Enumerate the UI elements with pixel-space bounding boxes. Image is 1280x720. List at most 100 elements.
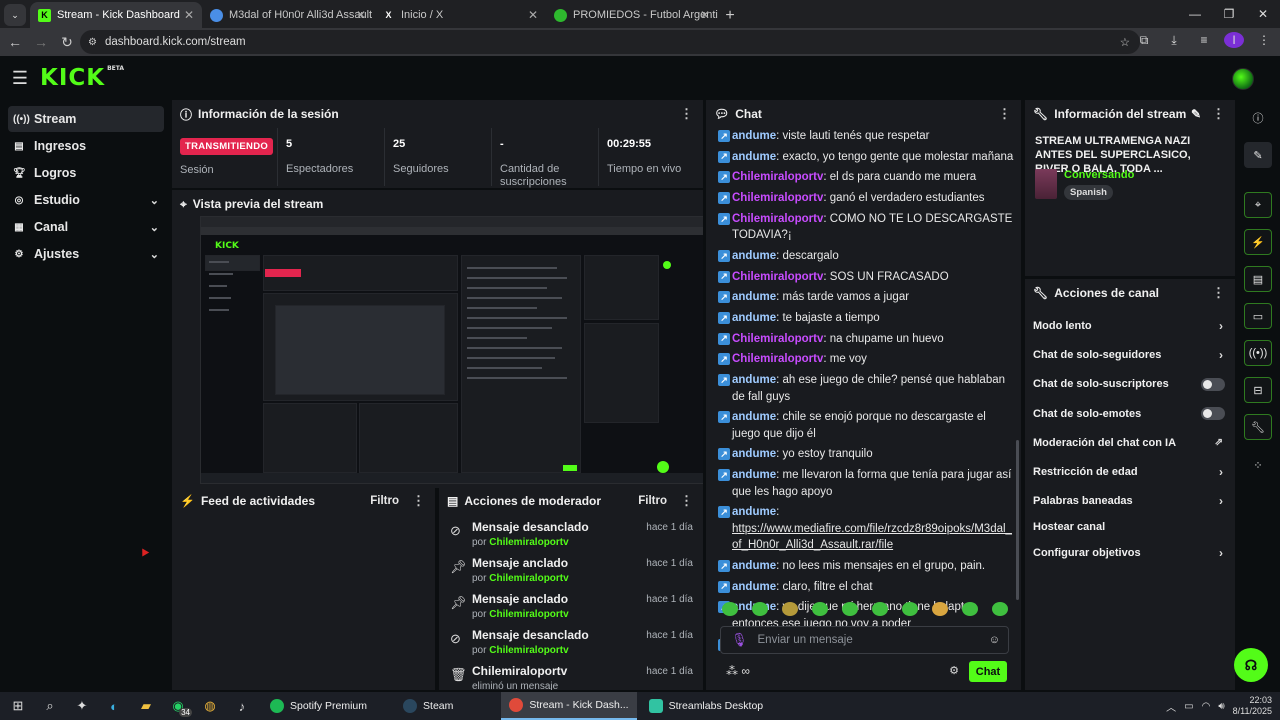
chrome-icon[interactable]: ◍ — [194, 692, 226, 720]
chat-scrollbar[interactable] — [1016, 440, 1019, 600]
filter-button[interactable]: Filtro — [638, 495, 667, 507]
action-ai-moderation[interactable]: Moderación del chat con IA ⇗ — [1025, 428, 1235, 457]
microphone-icon[interactable]: 🎙︎ — [731, 632, 748, 648]
action-configure-goals[interactable]: Configurar objetivos › — [1025, 538, 1235, 567]
wifi-icon[interactable]: ◠ — [1202, 701, 1211, 712]
emote-icon[interactable] — [992, 602, 1008, 616]
chat-message[interactable]: ↗ Chilemiraloportv: na chupame un huevo — [718, 331, 1016, 348]
emoji-icon[interactable]: ☺ — [989, 634, 1000, 646]
chat-message[interactable]: ↗ andume: más tarde vamos a jugar — [718, 289, 1016, 306]
action-host-channel[interactable]: Hostear canal — [1025, 516, 1235, 538]
action-slow-mode[interactable]: Modo lento › — [1025, 311, 1235, 340]
chat-message[interactable]: ↗ andume: https://www.mediafire.com/file/… — [718, 504, 1016, 554]
chat-username[interactable]: andume — [732, 411, 776, 423]
chat-message-input[interactable] — [757, 634, 978, 646]
stream-preview-video[interactable]: KICK — [200, 216, 703, 484]
windows-start-icon[interactable]: ⊞ — [2, 692, 34, 720]
browser-tab[interactable]: PROMIEDOS - Futbol Argentino ✕ — [546, 2, 718, 28]
document-tool-icon[interactable]: ▤ — [1244, 266, 1272, 292]
tiktok-icon[interactable]: ♪ — [226, 692, 258, 720]
emote-icon[interactable] — [962, 602, 978, 616]
edit-pencil-icon[interactable]: ✎ — [1191, 107, 1201, 121]
network-icon[interactable]: ▭ — [1184, 701, 1193, 712]
chat-settings-gear-icon[interactable]: ⚙ — [949, 664, 959, 677]
chat-message[interactable]: ↗ andume: claro, filtre el chat — [718, 579, 1016, 596]
chat-username[interactable]: andume — [732, 469, 776, 481]
maximize-icon[interactable]: ❐ — [1212, 0, 1246, 28]
emote-icon[interactable] — [872, 602, 888, 616]
chat-message[interactable]: ↗ andume: yo estoy tranquilo — [718, 446, 1016, 463]
broadcast-tool-icon[interactable]: ((•)) — [1244, 340, 1272, 366]
wrench-tool-icon[interactable]: 🔧︎ — [1244, 414, 1272, 440]
edge-icon[interactable]: ◐ — [98, 692, 130, 720]
sidebar-item-logros[interactable]: 🏆︎ Logros — [8, 160, 164, 186]
chat-link[interactable]: https://www.mediafire.com/file/rzcdz8r89… — [732, 523, 1012, 552]
edit-tool-icon[interactable]: ✎ — [1244, 142, 1272, 168]
bookmark-star-icon[interactable]: ☆ — [1120, 35, 1130, 49]
subscribers-only-toggle[interactable] — [1201, 377, 1225, 391]
close-tab-icon[interactable]: ✕ — [528, 8, 538, 22]
taskbar-app-steam[interactable]: Steam — [395, 692, 461, 720]
camera-tool-icon[interactable]: ⌖ — [1244, 192, 1272, 218]
chat-username[interactable]: andume — [732, 130, 776, 142]
clock[interactable]: 22:03 8/11/2025 — [1233, 695, 1272, 717]
more-options-icon[interactable]: ⋮ — [1212, 285, 1225, 301]
copilot-icon[interactable]: ✦ — [66, 692, 98, 720]
emote-icon[interactable] — [902, 602, 918, 616]
chat-username[interactable]: Chilemiraloportv — [732, 353, 823, 365]
chat-message[interactable]: ↗ andume: chile se enojó porque no descar… — [718, 409, 1016, 442]
chat-message[interactable]: ↗ Chilemiraloportv: COMO NO TE LO DESCARG… — [718, 211, 1016, 244]
kick-logo[interactable]: KICK BETA — [40, 65, 124, 91]
chat-message[interactable]: ↗ andume: te bajaste a tiempo — [718, 310, 1016, 327]
chat-username[interactable]: andume — [732, 250, 776, 262]
forward-icon[interactable]: → — [28, 34, 54, 50]
chat-username[interactable]: Chilemiraloportv — [732, 192, 823, 204]
taskbar-app-kick[interactable]: Stream - Kick Dash... — [501, 692, 637, 720]
more-options-icon[interactable]: ⋮ — [412, 493, 425, 509]
profile-avatar[interactable]: I — [1224, 32, 1244, 48]
tray-overflow-icon[interactable]: ︿ — [1166, 699, 1176, 714]
download-icon[interactable]: ⤓ — [1164, 33, 1184, 48]
action-banned-words[interactable]: Palabras baneadas › — [1025, 487, 1235, 516]
browser-tab[interactable]: K Stream - Kick Dashboard ✕ — [30, 2, 202, 28]
browser-tab[interactable]: M3dal of H0n0r Alli3d Assault ✕ — [202, 2, 374, 28]
chat-message[interactable]: ↗ andume: ah ese juego de chile? pensé qu… — [718, 372, 1016, 405]
menu-icon[interactable]: ☰ — [0, 68, 40, 89]
chat-username[interactable]: andume — [732, 312, 776, 324]
user-avatar[interactable] — [1232, 68, 1254, 90]
chat-username[interactable]: andume — [732, 448, 776, 460]
emote-icon[interactable] — [812, 602, 828, 616]
reading-list-icon[interactable]: ≡ — [1194, 33, 1214, 47]
add-widget-icon[interactable]: ⁘ — [1244, 452, 1272, 478]
close-tab-icon[interactable]: ✕ — [184, 8, 194, 22]
chat-username[interactable]: andume — [732, 291, 776, 303]
emote-icon[interactable] — [932, 602, 948, 616]
send-chat-button[interactable]: Chat — [969, 661, 1007, 682]
chat-message[interactable]: ↗ Chilemiraloportv: me voy — [718, 351, 1016, 368]
extensions-icon[interactable]: ⧉ — [1134, 33, 1154, 48]
sidebar-item-stream[interactable]: ((•)) Stream — [8, 106, 164, 132]
chat-message[interactable]: ↗ Chilemiraloportv: el ds para cuando me … — [718, 169, 1016, 186]
more-options-icon[interactable]: ⋮ — [998, 106, 1011, 122]
bolt-tool-icon[interactable]: ⚡ — [1244, 229, 1272, 255]
chat-message-list[interactable]: ↗ andume: viste lauti tenés que respetar ↗… — [706, 128, 1016, 651]
action-followers-only[interactable]: Chat de solo-seguidores › — [1025, 340, 1235, 369]
layout-tool-icon[interactable]: ⊟ — [1244, 377, 1272, 403]
emote-icon[interactable] — [752, 602, 768, 616]
chat-message[interactable]: ↗ andume: viste lauti tenés que respetar — [718, 128, 1016, 145]
more-options-icon[interactable]: ⋮ — [1212, 106, 1225, 122]
chat-username[interactable]: andume — [732, 374, 776, 386]
reload-icon[interactable]: ↻ — [54, 34, 80, 51]
filter-button[interactable]: Filtro — [370, 495, 399, 507]
sidebar-item-estudio[interactable]: ◎ Estudio ⌄ — [8, 187, 164, 213]
support-headset-button[interactable]: ☊ — [1234, 648, 1268, 682]
taskbar-app-spotify[interactable]: Spotify Premium — [262, 692, 375, 720]
whatsapp-icon[interactable]: ◉ 34 — [162, 692, 194, 720]
chat-username[interactable]: andume — [732, 581, 776, 593]
chat-username[interactable]: Chilemiraloportv — [732, 171, 823, 183]
info-tool-icon[interactable]: ⓘ — [1244, 105, 1272, 131]
search-icon[interactable]: ⌕ — [34, 692, 66, 720]
emote-icon[interactable] — [782, 602, 798, 616]
browser-tab[interactable]: X Inicio / X ✕ — [374, 2, 546, 28]
back-icon[interactable]: ← — [2, 34, 28, 50]
